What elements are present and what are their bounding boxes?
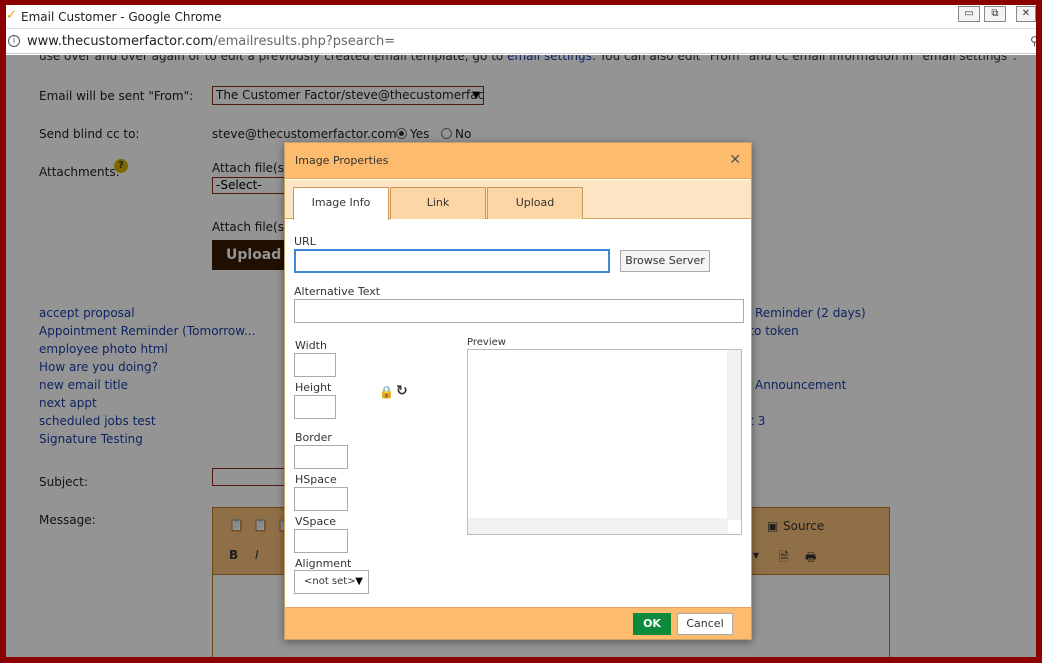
url-text[interactable]: www.thecustomerfactor.com/emailresults.p… (27, 34, 395, 49)
close-icon[interactable]: ✕ (729, 152, 741, 168)
title-bar: ✓ Email Customer - Google Chrome ▭ ⧉ ✕ (6, 5, 1036, 29)
alignment-select-value: <not set> (304, 576, 356, 587)
ok-button[interactable]: OK (633, 613, 671, 635)
preview-label: Preview (467, 337, 506, 348)
close-window-button[interactable]: ✕ (1016, 6, 1036, 22)
vspace-label: VSpace (295, 515, 337, 528)
preview-vertical-scrollbar[interactable] (727, 350, 741, 520)
info-icon[interactable]: i (8, 35, 20, 47)
dialog-tabs: Image Info Link Upload (285, 180, 751, 220)
preview-horizontal-scrollbar[interactable] (468, 518, 728, 534)
minimize-button[interactable]: ▭ (958, 6, 980, 22)
height-label: Height (295, 381, 332, 394)
alt-text-input[interactable] (294, 299, 744, 323)
vspace-input[interactable] (294, 529, 348, 553)
tab-link[interactable]: Link (390, 187, 486, 219)
alt-text-label: Alternative Text (294, 285, 381, 298)
browser-window: ✓ Email Customer - Google Chrome ▭ ⧉ ✕ i… (6, 5, 1036, 657)
hspace-input[interactable] (294, 487, 348, 511)
lock-ratio-icon[interactable]: 🔒 (379, 385, 394, 399)
zoom-icon[interactable]: ⚲ (1030, 34, 1036, 48)
width-label: Width (295, 339, 327, 352)
app-icon: ✓ (6, 8, 17, 23)
border-input[interactable] (294, 445, 348, 469)
tab-image-info[interactable]: Image Info (293, 187, 389, 220)
browse-server-button[interactable]: Browse Server (620, 250, 710, 272)
page-content: use over and over again or to edit a pre… (6, 55, 1036, 657)
tab-upload[interactable]: Upload (487, 187, 583, 219)
height-input[interactable] (294, 395, 336, 419)
dropdown-arrow-icon: ▼ (355, 576, 363, 587)
reset-size-icon[interactable]: ↻ (396, 383, 408, 399)
url-input[interactable] (294, 249, 610, 273)
width-input[interactable] (294, 353, 336, 377)
border-label: Border (295, 431, 332, 444)
preview-box[interactable] (467, 349, 742, 535)
dialog-header: Image Properties ✕ (285, 143, 751, 179)
image-properties-dialog: Image Properties ✕ Image Info Link Uploa… (284, 142, 752, 640)
cancel-button[interactable]: Cancel (677, 613, 733, 635)
dialog-footer: OK Cancel (285, 607, 751, 639)
url-host: www.thecustomerfactor.com (27, 34, 214, 49)
url-label: URL (294, 235, 316, 248)
alignment-label: Alignment (295, 557, 352, 570)
hspace-label: HSpace (295, 473, 337, 486)
url-path: /emailresults.php?psearch= (213, 34, 396, 49)
window-title: Email Customer - Google Chrome (21, 10, 222, 24)
address-bar[interactable]: i www.thecustomerfactor.com/emailresults… (6, 30, 1036, 54)
alignment-select[interactable]: <not set> ▼ (294, 570, 369, 594)
maximize-button[interactable]: ⧉ (984, 6, 1006, 22)
dialog-title: Image Properties (295, 154, 389, 167)
